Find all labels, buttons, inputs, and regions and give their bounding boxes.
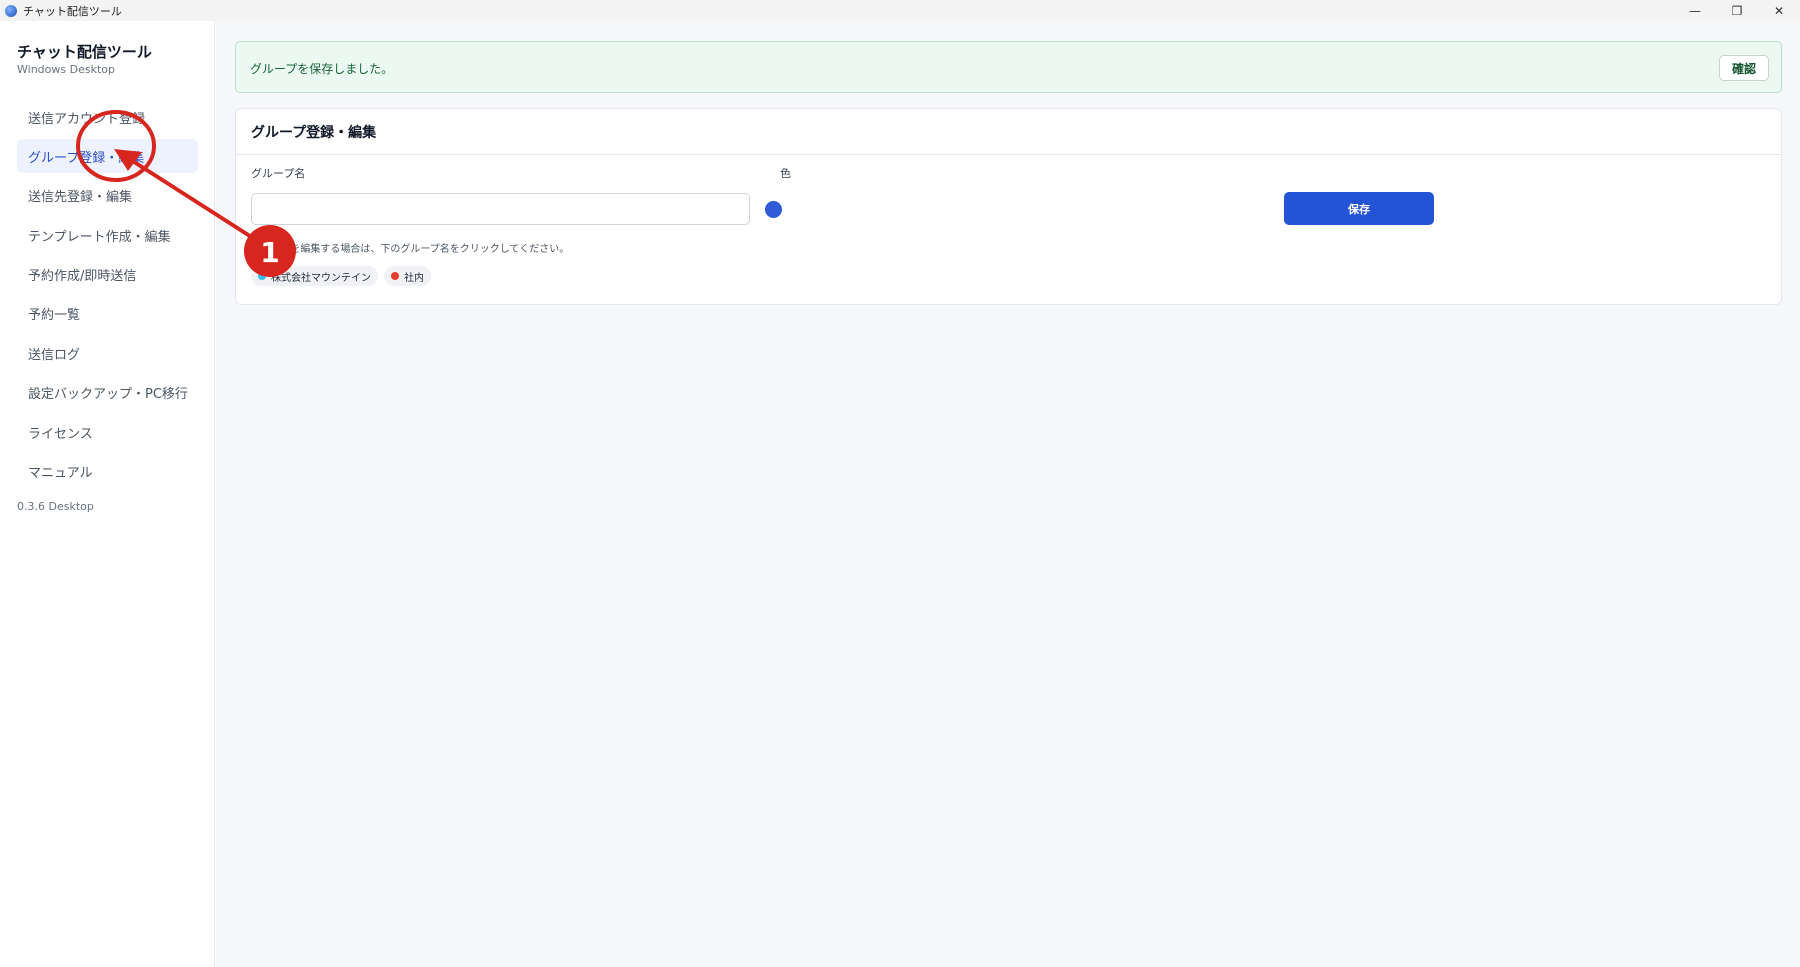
main-content: グループを保存しました。 確認 グループ登録・編集 グループ名 色 保存 グルー…	[216, 21, 1800, 967]
window-titlebar: チャット配信ツール — ❐ ✕	[0, 0, 1800, 21]
sidebar-item-send-account[interactable]: 送信アカウント登録	[17, 100, 198, 134]
save-button[interactable]: 保存	[1284, 192, 1434, 225]
sidebar-item-schedule-list[interactable]: 予約一覧	[17, 297, 198, 331]
group-chip[interactable]: 社内	[384, 266, 431, 286]
minimize-icon[interactable]: —	[1674, 0, 1716, 21]
sidebar: チャット配信ツール Windows Desktop 送信アカウント登録 グループ…	[0, 21, 215, 967]
alert-message: グループを保存しました。	[250, 62, 394, 76]
brand-subtitle: Windows Desktop	[17, 63, 115, 76]
close-icon[interactable]: ✕	[1758, 0, 1800, 21]
color-picker-swatch[interactable]	[765, 201, 782, 218]
group-color-dot	[258, 272, 266, 280]
color-label: 色	[780, 167, 791, 180]
sidebar-item-recipients[interactable]: 送信先登録・編集	[17, 179, 198, 213]
group-chip[interactable]: 株式会社マウンテイン	[251, 266, 378, 286]
group-name-label: グループ名	[251, 167, 306, 180]
sidebar-item-manual[interactable]: マニュアル	[17, 455, 198, 489]
app-icon	[5, 4, 17, 17]
sidebar-item-group-edit[interactable]: グループ登録・編集	[17, 139, 198, 174]
sidebar-item-send-log[interactable]: 送信ログ	[17, 336, 198, 370]
group-chip-label: 株式会社マウンテイン	[271, 272, 371, 284]
edit-hint-text: グループを編集する場合は、下のグループ名をクリックしてください。	[251, 244, 570, 255]
sidebar-item-schedule-send[interactable]: 予約作成/即時送信	[17, 258, 198, 292]
version-label: 0.3.6 Desktop	[17, 500, 94, 513]
group-name-input[interactable]	[251, 193, 750, 225]
success-alert: グループを保存しました。 確認	[235, 41, 1782, 93]
group-edit-card: グループ登録・編集 グループ名 色 保存 グループを編集する場合は、下のグループ…	[235, 108, 1782, 305]
group-color-dot	[391, 272, 399, 280]
sidebar-nav: 送信アカウント登録 グループ登録・編集 送信先登録・編集 テンプレート作成・編集…	[17, 100, 198, 494]
group-chip-label: 社内	[404, 272, 424, 284]
brand-title: チャット配信ツール	[17, 43, 152, 61]
sidebar-item-templates[interactable]: テンプレート作成・編集	[17, 218, 198, 252]
card-title: グループ登録・編集	[236, 109, 1781, 155]
window-controls: — ❐ ✕	[1674, 0, 1800, 21]
restore-icon[interactable]: ❐	[1716, 0, 1758, 21]
sidebar-item-license[interactable]: ライセンス	[17, 415, 198, 449]
confirm-button[interactable]: 確認	[1719, 55, 1769, 81]
window-title: チャット配信ツール	[23, 4, 122, 18]
group-chip-list: 株式会社マウンテイン 社内	[251, 266, 431, 286]
sidebar-item-backup[interactable]: 設定バックアップ・PC移行	[17, 376, 198, 410]
